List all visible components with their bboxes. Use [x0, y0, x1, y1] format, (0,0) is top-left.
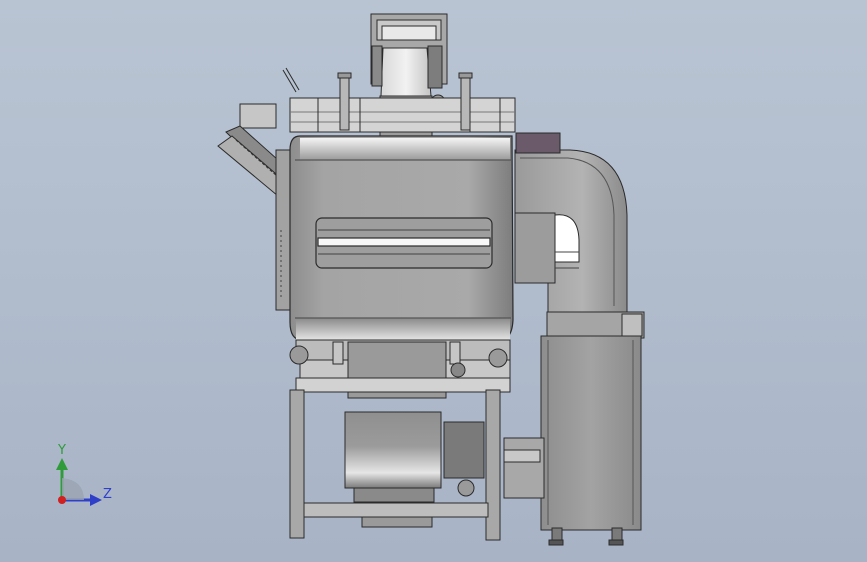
cad-viewport[interactable]: Y Z: [0, 0, 867, 562]
y-axis-label: Y: [58, 443, 66, 458]
y-axis-arrowhead: [56, 458, 68, 470]
z-axis-arrowhead: [90, 494, 102, 506]
triad-origin: [58, 496, 66, 504]
triad-quadrant: [62, 478, 84, 500]
z-axis-label: Z: [103, 487, 112, 502]
axis-triad: [56, 458, 102, 506]
